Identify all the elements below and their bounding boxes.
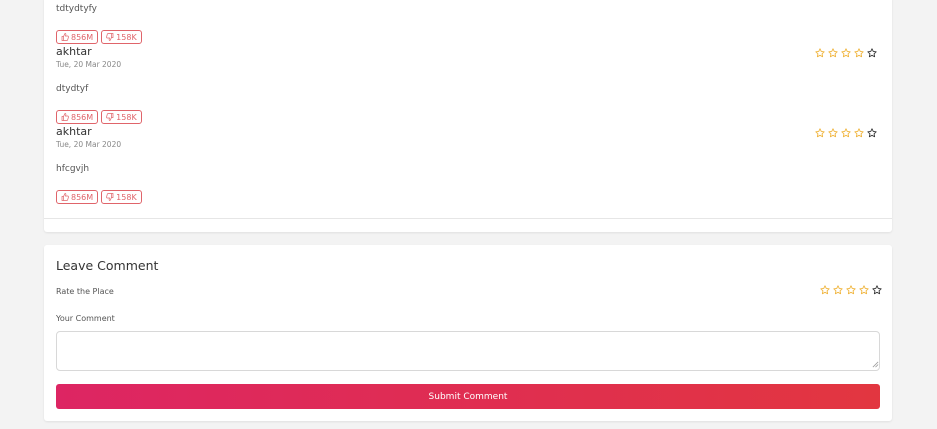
like-button[interactable]: 856M — [56, 110, 99, 124]
leave-comment-title: Leave Comment — [56, 258, 159, 273]
star-icon[interactable] — [859, 285, 869, 295]
comment-textarea[interactable] — [56, 331, 880, 371]
rate-place-stars — [820, 285, 882, 295]
thumbs-down-icon — [106, 193, 114, 201]
leave-comment-card: Leave Comment Rate the Place Your Commen… — [44, 245, 892, 421]
resize-handle-icon[interactable] — [872, 361, 879, 368]
like-count: 856M — [71, 32, 94, 42]
review-text: hfcgvjh — [56, 164, 90, 174]
review-rating — [815, 48, 877, 58]
reviews-card: tdtydtyfy 856M 158K akhtar Tue, 20 Mar 2… — [44, 0, 892, 232]
rate-place-label: Rate the Place — [56, 287, 114, 296]
star-icon — [828, 48, 838, 58]
star-icon[interactable] — [833, 285, 843, 295]
star-icon — [815, 128, 825, 138]
star-icon — [841, 128, 851, 138]
review-date: Tue, 20 Mar 2020 — [56, 60, 122, 69]
review-votes: 856M 158K — [56, 110, 142, 124]
dislike-count: 158K — [116, 112, 137, 122]
review-votes: 856M 158K — [56, 190, 142, 204]
dislike-button[interactable]: 158K — [101, 190, 142, 204]
like-button[interactable]: 856M — [56, 30, 99, 44]
like-button[interactable]: 856M — [56, 190, 99, 204]
your-comment-label: Your Comment — [56, 314, 115, 323]
review-author: akhtar — [56, 45, 92, 58]
star-icon[interactable] — [820, 285, 830, 295]
review-text: tdtydtyfy — [56, 4, 98, 14]
star-icon — [854, 128, 864, 138]
star-icon[interactable] — [846, 285, 856, 295]
star-icon — [828, 128, 838, 138]
thumbs-up-icon — [61, 33, 69, 41]
review-votes: 856M 158K — [56, 30, 142, 44]
like-count: 856M — [71, 112, 94, 122]
thumbs-down-icon — [106, 113, 114, 121]
like-count: 856M — [71, 192, 94, 202]
submit-comment-button[interactable]: Submit Comment — [56, 384, 880, 409]
star-icon[interactable] — [872, 285, 882, 295]
star-icon — [867, 48, 877, 58]
star-icon — [815, 48, 825, 58]
thumbs-down-icon — [106, 33, 114, 41]
divider — [44, 218, 892, 219]
dislike-count: 158K — [116, 32, 137, 42]
thumbs-up-icon — [61, 193, 69, 201]
star-icon — [841, 48, 851, 58]
star-icon — [854, 48, 864, 58]
review-text: dtydtyf — [56, 84, 89, 94]
thumbs-up-icon — [61, 113, 69, 121]
review-rating — [815, 128, 877, 138]
review-date: Tue, 20 Mar 2020 — [56, 140, 122, 149]
dislike-button[interactable]: 158K — [101, 30, 142, 44]
dislike-button[interactable]: 158K — [101, 110, 142, 124]
review-author: akhtar — [56, 125, 92, 138]
dislike-count: 158K — [116, 192, 137, 202]
star-icon — [867, 128, 877, 138]
